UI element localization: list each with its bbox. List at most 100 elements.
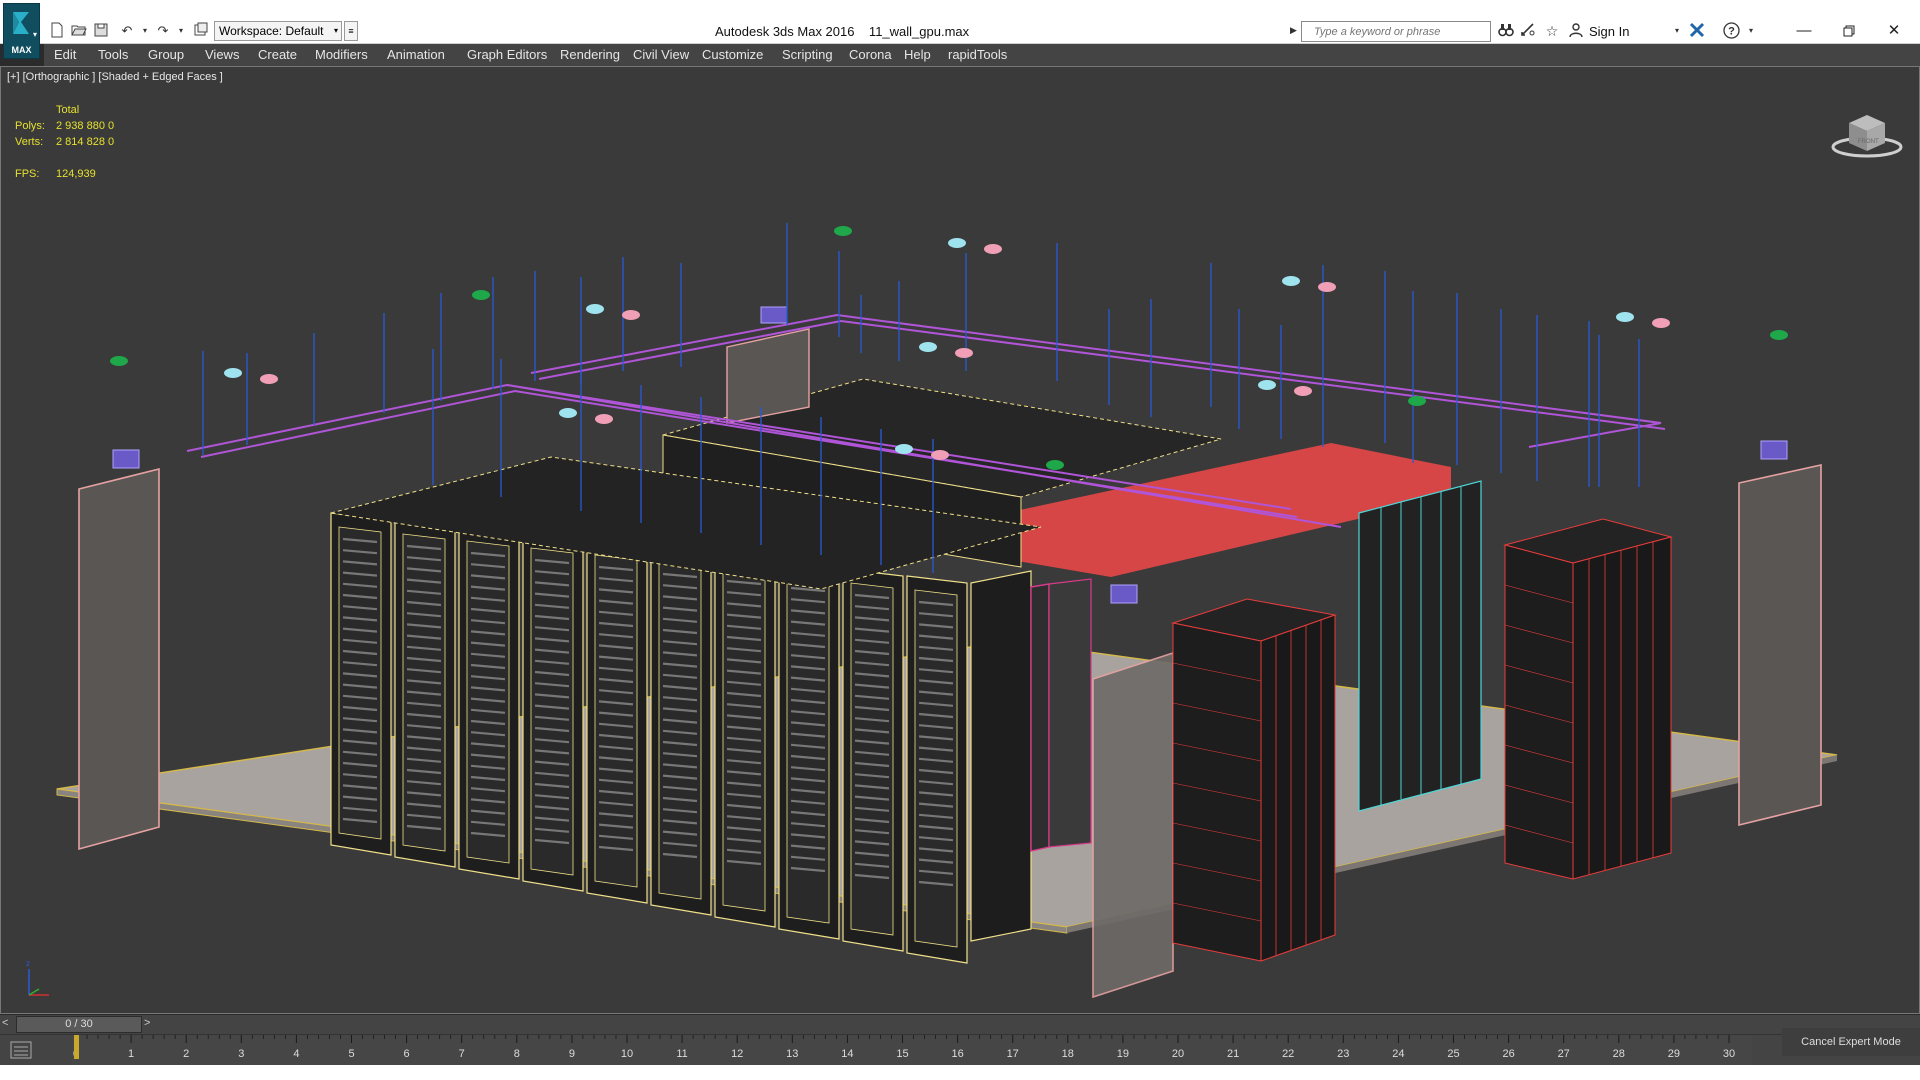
quick-access-customize-button[interactable]: ≡	[344, 21, 358, 41]
ruler-label: 17	[1007, 1048, 1019, 1060]
humidity-sensor	[931, 450, 949, 460]
server-rack	[458, 526, 520, 880]
minimize-icon[interactable]: —	[1789, 20, 1819, 42]
chevron-right-icon[interactable]: ▶	[1290, 25, 1297, 36]
smoke-detector	[110, 356, 128, 366]
current-frame-marker	[74, 1035, 79, 1059]
ruler-label: 6	[404, 1048, 410, 1060]
ruler-label: 2	[183, 1048, 189, 1060]
svg-text:?: ?	[1728, 26, 1735, 38]
menu-help[interactable]: Help	[904, 47, 931, 62]
perspective-viewport[interactable]: [+] [Orthographic ] [Shaded + Edged Face…	[0, 66, 1920, 1014]
aisle-door	[1030, 578, 1092, 852]
logo-text: MAX	[11, 45, 32, 55]
workspace-dropdown[interactable]: Workspace: Default ▾	[214, 21, 342, 41]
menu-animation[interactable]: Animation	[387, 47, 445, 62]
menu-customize[interactable]: Customize	[702, 47, 763, 62]
ruler-label: 13	[786, 1048, 798, 1060]
red-rack-cluster-left	[1171, 598, 1337, 962]
humidity-sensor	[1318, 282, 1336, 292]
open-file-icon[interactable]	[70, 22, 88, 40]
communication-icon[interactable]	[1519, 22, 1537, 40]
autodesk-exchange-icon[interactable]	[1688, 22, 1706, 40]
ruler-label: 30	[1723, 1048, 1735, 1060]
ruler-label: 21	[1227, 1048, 1239, 1060]
chevron-left-icon[interactable]: <	[2, 1017, 14, 1032]
menu-modifiers[interactable]: Modifiers	[315, 47, 368, 62]
chevron-down-icon[interactable]: ▾	[136, 22, 154, 40]
chevron-down-icon[interactable]: ▾	[1668, 22, 1686, 40]
menu-corona[interactable]: Corona	[849, 47, 892, 62]
app-menu-button[interactable]: ▾ MAX	[3, 3, 40, 59]
temperature-sensor	[895, 444, 913, 454]
time-slider-handle[interactable]: 0 / 30	[16, 1016, 142, 1033]
smoke-detector	[472, 290, 490, 300]
menu-rendering[interactable]: Rendering	[560, 47, 620, 62]
humidity-sensor	[1294, 386, 1312, 396]
viewport-label[interactable]: [+] [Orthographic ] [Shaded + Edged Face…	[7, 71, 223, 83]
server-rack	[714, 554, 776, 928]
ruler-label: 28	[1613, 1048, 1625, 1060]
curve-editor-icon[interactable]	[10, 1040, 32, 1060]
stats-fps-label: FPS:	[15, 168, 40, 180]
stats-verts-value: 2 814 828 0	[56, 136, 115, 148]
chevron-right-icon[interactable]: >	[144, 1017, 156, 1032]
ruler-label: 10	[621, 1048, 633, 1060]
chevron-down-icon: ▾	[32, 30, 37, 39]
menu-edit[interactable]: Edit	[54, 47, 76, 62]
menu-group[interactable]: Group	[148, 47, 184, 62]
cancel-expert-mode-button[interactable]: Cancel Expert Mode	[1782, 1028, 1920, 1056]
ruler-label: 29	[1668, 1048, 1680, 1060]
ruler-label: 24	[1392, 1048, 1404, 1060]
close-icon[interactable]: ✕	[1879, 20, 1909, 42]
menu-tools[interactable]: Tools	[98, 47, 128, 62]
save-icon[interactable]	[92, 22, 110, 40]
user-icon[interactable]	[1567, 22, 1585, 40]
smoke-detector	[834, 226, 852, 236]
axis-tripod-icon: z	[26, 959, 49, 996]
undo-icon[interactable]: ↶	[118, 22, 136, 40]
menu-views[interactable]: Views	[205, 47, 239, 62]
menu-scripting[interactable]: Scripting	[782, 47, 833, 62]
project-folder-icon[interactable]	[192, 22, 210, 40]
menu-civil-view[interactable]: Civil View	[633, 47, 689, 62]
search-input[interactable]	[1314, 23, 1479, 40]
smoke-detector	[1770, 330, 1788, 340]
ruler-label: 18	[1062, 1048, 1074, 1060]
humidity-sensor	[622, 310, 640, 320]
ruler-label: 25	[1447, 1048, 1459, 1060]
server-rack	[394, 519, 456, 868]
menu-rapidtools[interactable]: rapidTools	[948, 47, 1007, 62]
max-logo-icon	[13, 12, 29, 34]
menu-graph-editors[interactable]: Graph Editors	[467, 47, 547, 62]
humidity-sensor	[595, 414, 613, 424]
time-slider[interactable]: < 0 / 30 >	[0, 1014, 1920, 1034]
chevron-down-icon[interactable]: ▾	[1742, 22, 1760, 40]
right-wall-door	[1738, 464, 1822, 827]
restore-icon[interactable]	[1834, 20, 1864, 42]
chevron-down-icon[interactable]: ▾	[172, 22, 190, 40]
viewcube-face-label: FRONT	[1858, 139, 1879, 145]
menu-create[interactable]: Create	[258, 47, 297, 62]
stats-total-label: Total	[56, 104, 80, 116]
binoculars-icon[interactable]	[1497, 22, 1515, 40]
workspace-label: Workspace: Default	[219, 24, 324, 38]
humidity-sensor	[984, 244, 1002, 254]
svg-text:z: z	[26, 959, 30, 968]
ruler-label: 16	[951, 1048, 963, 1060]
help-icon[interactable]: ?	[1722, 22, 1740, 40]
redo-icon[interactable]: ↷	[154, 22, 172, 40]
star-icon[interactable]: ☆	[1543, 22, 1561, 40]
ruler-label: 4	[293, 1048, 299, 1060]
ruler-label: 11	[676, 1048, 687, 1060]
ruler-label: 12	[731, 1048, 743, 1060]
ruler-label: 22	[1282, 1048, 1294, 1060]
server-rack	[778, 561, 840, 940]
new-file-icon[interactable]	[48, 22, 66, 40]
left-wall-door	[78, 467, 160, 851]
ruler-label: 5	[348, 1048, 354, 1060]
sign-in-button[interactable]: Sign In	[1589, 24, 1629, 39]
server-rack	[650, 547, 712, 916]
frame-ruler[interactable]: 0123456789101112131415161718192021222324…	[72, 1035, 1752, 1065]
viewcube-icon[interactable]: FRONT	[1831, 103, 1903, 161]
